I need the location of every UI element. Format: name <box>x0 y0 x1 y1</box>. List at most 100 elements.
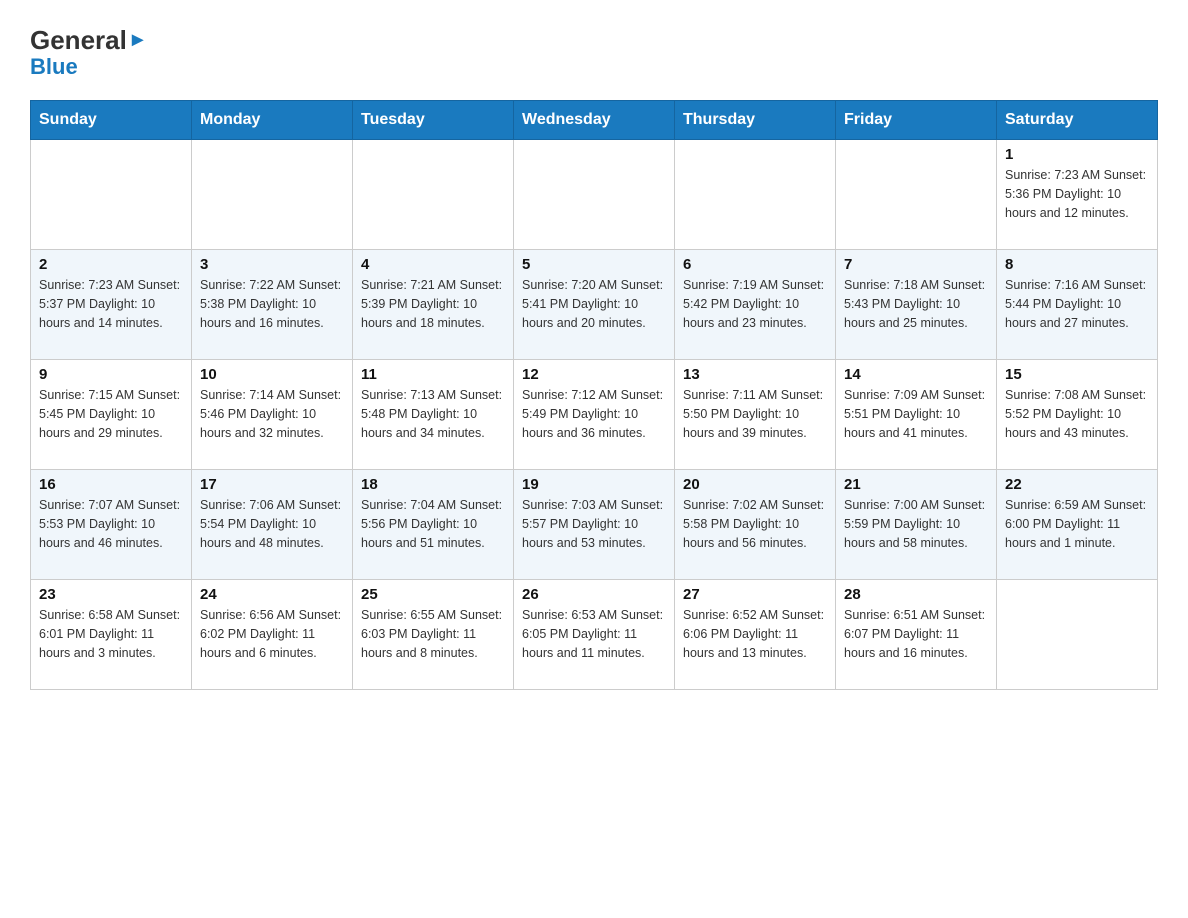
day-info: Sunrise: 7:23 AM Sunset: 5:37 PM Dayligh… <box>39 276 183 332</box>
day-info: Sunrise: 7:21 AM Sunset: 5:39 PM Dayligh… <box>361 276 505 332</box>
calendar-cell: 11 Sunrise: 7:13 AM Sunset: 5:48 PM Dayli… <box>353 360 514 470</box>
calendar-header-sunday: Sunday <box>31 101 192 140</box>
calendar-cell: 25 Sunrise: 6:55 AM Sunset: 6:03 PM Dayli… <box>353 580 514 690</box>
logo: General► Blue <box>30 20 148 80</box>
calendar-cell: 21Sunrise: 7:00 AM Sunset: 5:59 PM Dayli… <box>836 470 997 580</box>
calendar-cell: 16 Sunrise: 7:07 AM Sunset: 5:53 PM Dayli… <box>31 470 192 580</box>
day-number: 12 <box>522 366 666 383</box>
day-number: 7 <box>844 256 988 273</box>
calendar-cell: 24Sunrise: 6:56 AM Sunset: 6:02 PM Dayli… <box>192 580 353 690</box>
calendar-week-row: 16 Sunrise: 7:07 AM Sunset: 5:53 PM Dayli… <box>31 470 1158 580</box>
calendar-header-wednesday: Wednesday <box>514 101 675 140</box>
day-number: 20 <box>683 476 827 493</box>
day-info: Sunrise: 7:20 AM Sunset: 5:41 PM Dayligh… <box>522 276 666 332</box>
calendar-cell: 13 Sunrise: 7:11 AM Sunset: 5:50 PM Dayli… <box>675 360 836 470</box>
day-info: Sunrise: 7:18 AM Sunset: 5:43 PM Dayligh… <box>844 276 988 332</box>
calendar-cell: 8 Sunrise: 7:16 AM Sunset: 5:44 PM Daylig… <box>997 250 1158 360</box>
day-number: 1 <box>1005 146 1149 163</box>
day-info: Sunrise: 7:02 AM Sunset: 5:58 PM Dayligh… <box>683 496 827 552</box>
calendar-cell: 28 Sunrise: 6:51 AM Sunset: 6:07 PM Dayli… <box>836 580 997 690</box>
calendar-week-row: 9 Sunrise: 7:15 AM Sunset: 5:45 PM Daylig… <box>31 360 1158 470</box>
day-info: Sunrise: 6:52 AM Sunset: 6:06 PM Dayligh… <box>683 606 827 662</box>
calendar-cell <box>514 140 675 250</box>
day-number: 23 <box>39 586 183 603</box>
logo-general: General► <box>30 25 148 56</box>
day-number: 6 <box>683 256 827 273</box>
day-info: Sunrise: 6:59 AM Sunset: 6:00 PM Dayligh… <box>1005 496 1149 552</box>
calendar-cell <box>997 580 1158 690</box>
calendar-cell: 12 Sunrise: 7:12 AM Sunset: 5:49 PM Dayli… <box>514 360 675 470</box>
calendar-cell <box>675 140 836 250</box>
day-info: Sunrise: 6:58 AM Sunset: 6:01 PM Dayligh… <box>39 606 183 662</box>
day-info: Sunrise: 6:51 AM Sunset: 6:07 PM Dayligh… <box>844 606 988 662</box>
calendar-week-row: 1 Sunrise: 7:23 AM Sunset: 5:36 PM Daylig… <box>31 140 1158 250</box>
calendar-cell: 15 Sunrise: 7:08 AM Sunset: 5:52 PM Dayli… <box>997 360 1158 470</box>
calendar-cell: 17Sunrise: 7:06 AM Sunset: 5:54 PM Dayli… <box>192 470 353 580</box>
calendar-cell: 2 Sunrise: 7:23 AM Sunset: 5:37 PM Daylig… <box>31 250 192 360</box>
calendar-cell: 18 Sunrise: 7:04 AM Sunset: 5:56 PM Dayli… <box>353 470 514 580</box>
calendar-week-row: 2 Sunrise: 7:23 AM Sunset: 5:37 PM Daylig… <box>31 250 1158 360</box>
day-info: Sunrise: 7:03 AM Sunset: 5:57 PM Dayligh… <box>522 496 666 552</box>
calendar-cell: 10Sunrise: 7:14 AM Sunset: 5:46 PM Dayli… <box>192 360 353 470</box>
day-info: Sunrise: 6:55 AM Sunset: 6:03 PM Dayligh… <box>361 606 505 662</box>
page-header: General► Blue <box>30 20 1158 80</box>
day-number: 18 <box>361 476 505 493</box>
calendar-cell: 5 Sunrise: 7:20 AM Sunset: 5:41 PM Daylig… <box>514 250 675 360</box>
day-number: 19 <box>522 476 666 493</box>
day-info: Sunrise: 7:07 AM Sunset: 5:53 PM Dayligh… <box>39 496 183 552</box>
day-info: Sunrise: 7:06 AM Sunset: 5:54 PM Dayligh… <box>200 496 344 552</box>
calendar-header-tuesday: Tuesday <box>353 101 514 140</box>
calendar-cell: 1 Sunrise: 7:23 AM Sunset: 5:36 PM Daylig… <box>997 140 1158 250</box>
day-number: 26 <box>522 586 666 603</box>
day-number: 5 <box>522 256 666 273</box>
calendar-cell: 4 Sunrise: 7:21 AM Sunset: 5:39 PM Daylig… <box>353 250 514 360</box>
day-number: 16 <box>39 476 183 493</box>
day-info: Sunrise: 6:56 AM Sunset: 6:02 PM Dayligh… <box>200 606 344 662</box>
day-info: Sunrise: 7:12 AM Sunset: 5:49 PM Dayligh… <box>522 386 666 442</box>
day-info: Sunrise: 7:14 AM Sunset: 5:46 PM Dayligh… <box>200 386 344 442</box>
day-info: Sunrise: 7:08 AM Sunset: 5:52 PM Dayligh… <box>1005 386 1149 442</box>
day-info: Sunrise: 7:13 AM Sunset: 5:48 PM Dayligh… <box>361 386 505 442</box>
calendar-header-row: SundayMondayTuesdayWednesdayThursdayFrid… <box>31 101 1158 140</box>
calendar-cell: 3 Sunrise: 7:22 AM Sunset: 5:38 PM Daylig… <box>192 250 353 360</box>
day-number: 25 <box>361 586 505 603</box>
calendar-cell: 19 Sunrise: 7:03 AM Sunset: 5:57 PM Dayli… <box>514 470 675 580</box>
day-number: 28 <box>844 586 988 603</box>
calendar-cell: 22Sunrise: 6:59 AM Sunset: 6:00 PM Dayli… <box>997 470 1158 580</box>
day-number: 8 <box>1005 256 1149 273</box>
day-info: Sunrise: 7:15 AM Sunset: 5:45 PM Dayligh… <box>39 386 183 442</box>
day-number: 4 <box>361 256 505 273</box>
calendar-header-friday: Friday <box>836 101 997 140</box>
day-info: Sunrise: 7:09 AM Sunset: 5:51 PM Dayligh… <box>844 386 988 442</box>
day-number: 21 <box>844 476 988 493</box>
calendar-header-monday: Monday <box>192 101 353 140</box>
day-info: Sunrise: 7:16 AM Sunset: 5:44 PM Dayligh… <box>1005 276 1149 332</box>
day-info: Sunrise: 7:11 AM Sunset: 5:50 PM Dayligh… <box>683 386 827 442</box>
calendar-cell: 14 Sunrise: 7:09 AM Sunset: 5:51 PM Dayli… <box>836 360 997 470</box>
logo-blue-text: Blue <box>30 54 78 80</box>
calendar-cell: 20 Sunrise: 7:02 AM Sunset: 5:58 PM Dayli… <box>675 470 836 580</box>
day-info: Sunrise: 7:19 AM Sunset: 5:42 PM Dayligh… <box>683 276 827 332</box>
day-number: 14 <box>844 366 988 383</box>
day-number: 27 <box>683 586 827 603</box>
calendar-cell: 26Sunrise: 6:53 AM Sunset: 6:05 PM Dayli… <box>514 580 675 690</box>
day-info: Sunrise: 7:22 AM Sunset: 5:38 PM Dayligh… <box>200 276 344 332</box>
day-number: 13 <box>683 366 827 383</box>
calendar-table: SundayMondayTuesdayWednesdayThursdayFrid… <box>30 100 1158 690</box>
day-number: 11 <box>361 366 505 383</box>
calendar-header-thursday: Thursday <box>675 101 836 140</box>
calendar-week-row: 23 Sunrise: 6:58 AM Sunset: 6:01 PM Dayli… <box>31 580 1158 690</box>
day-number: 2 <box>39 256 183 273</box>
day-info: Sunrise: 7:23 AM Sunset: 5:36 PM Dayligh… <box>1005 166 1149 222</box>
day-info: Sunrise: 7:04 AM Sunset: 5:56 PM Dayligh… <box>361 496 505 552</box>
calendar-cell <box>31 140 192 250</box>
calendar-cell <box>353 140 514 250</box>
day-number: 9 <box>39 366 183 383</box>
logo-general-text: General <box>30 25 127 56</box>
logo-arrow-icon: ► <box>128 29 148 52</box>
day-number: 15 <box>1005 366 1149 383</box>
day-number: 3 <box>200 256 344 273</box>
calendar-cell: 27 Sunrise: 6:52 AM Sunset: 6:06 PM Dayli… <box>675 580 836 690</box>
calendar-cell: 6 Sunrise: 7:19 AM Sunset: 5:42 PM Daylig… <box>675 250 836 360</box>
calendar-cell: 9 Sunrise: 7:15 AM Sunset: 5:45 PM Daylig… <box>31 360 192 470</box>
